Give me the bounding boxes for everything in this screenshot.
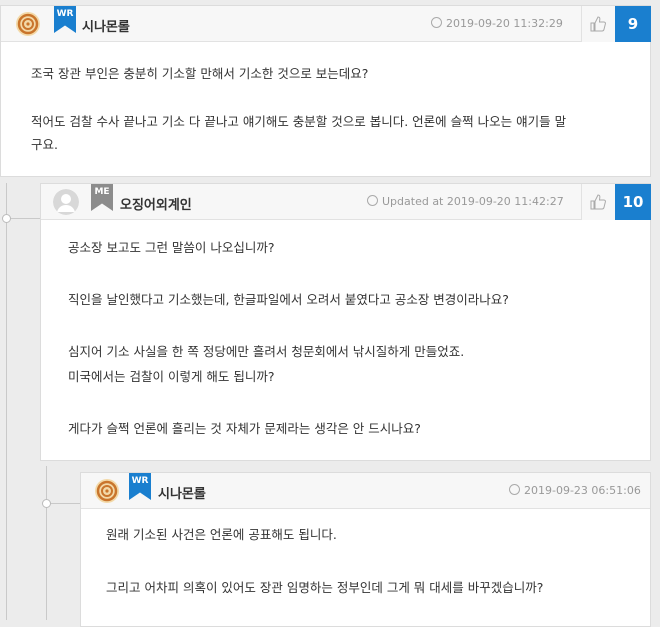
thread-branch [46, 503, 80, 504]
comment: WR 시나몬롤 2019-09-20 11:32:29 9 조국 장관 부인은 … [0, 5, 651, 177]
timestamp-text: Updated at 2019-09-20 11:42:27 [382, 195, 564, 208]
badge-wr: WR [54, 6, 76, 33]
timestamp-text: 2019-09-20 11:32:29 [446, 17, 563, 30]
default-user-avatar[interactable] [53, 189, 79, 215]
timestamp-text: 2019-09-23 06:51:06 [524, 484, 641, 497]
thumbs-up-icon [590, 194, 606, 210]
timestamp: Updated at 2019-09-20 11:42:27 [367, 195, 564, 208]
comment: ME 오징어외계인 Updated at 2019-09-20 11:42:27… [40, 183, 651, 461]
username[interactable]: 시나몬롤 [82, 16, 130, 35]
vote-count: 9 [615, 6, 651, 42]
thread-branch [6, 218, 40, 219]
cinnamon-roll-avatar[interactable] [15, 11, 41, 37]
clock-icon [367, 195, 378, 206]
thread-dot [2, 214, 11, 223]
thumbs-up-icon [590, 16, 606, 32]
thread-dot [42, 499, 51, 508]
comment-header: ME 오징어외계인 Updated at 2019-09-20 11:42:27… [41, 184, 651, 220]
comment-body: 공소장 보고도 그런 말씀이 나오십니까? 직인을 날인했다고 기소했는데, 한… [41, 237, 650, 439]
timestamp: 2019-09-23 06:51:06 [509, 484, 641, 497]
thread-line [46, 466, 47, 620]
username[interactable]: 오징어외계인 [120, 194, 192, 213]
timestamp: 2019-09-20 11:32:29 [431, 17, 563, 30]
comment-line: 그리고 어차피 의혹이 있어도 장관 임명하는 정부인데 그게 뭐 대세를 바꾸… [106, 580, 544, 595]
comment-line: 원래 기소된 사건은 언론에 공표해도 됩니다. [106, 527, 337, 542]
comment-line: 미국에서는 검찰이 이렇게 해도 됩니까? [68, 369, 275, 384]
comment-line: 공소장 보고도 그런 말씀이 나오십니까? [68, 240, 275, 255]
comment-line: 적어도 검찰 수사 끝나고 기소 다 끝나고 얘기해도 충분할 것으로 봅니다.… [31, 114, 567, 129]
comment-line: 구요. [31, 137, 58, 152]
comment-body: 조국 장관 부인은 충분히 기소할 만해서 기소한 것으로 보는데요? 적어도 … [1, 63, 650, 155]
thread-line [6, 183, 7, 620]
comment-line: 조국 장관 부인은 충분히 기소할 만해서 기소한 것으로 보는데요? [31, 66, 369, 81]
comment-header: WR 시나몬롤 2019-09-20 11:32:29 9 [1, 6, 651, 42]
badge-me: ME [91, 184, 113, 211]
badge-wr: WR [129, 473, 151, 500]
comment-line: 게다가 슬쩍 언론에 흘리는 것 자체가 문제라는 생각은 안 드시나요? [68, 421, 421, 436]
comment-header: WR 시나몬롤 2019-09-23 06:51:06 [81, 473, 650, 509]
clock-icon [431, 17, 442, 28]
comment-body: 원래 기소된 사건은 언론에 공표해도 됩니다. 그리고 어차피 의혹이 있어도… [81, 524, 650, 598]
username[interactable]: 시나몬롤 [158, 483, 206, 502]
comment-line: 직인을 날인했다고 기소했는데, 한글파일에서 오려서 붙였다고 공소장 변경이… [68, 292, 509, 307]
vote-count: 10 [615, 184, 651, 220]
comment: WR 시나몬롤 2019-09-23 06:51:06 원래 기소된 사건은 언… [80, 472, 651, 627]
like-button[interactable] [581, 184, 615, 220]
comment-line: 심지어 기소 사실을 한 쪽 정당에만 흘려서 청문회에서 낚시질하게 만들었죠… [68, 344, 465, 359]
cinnamon-roll-avatar[interactable] [94, 478, 120, 504]
like-button[interactable] [581, 6, 615, 42]
clock-icon [509, 484, 520, 495]
